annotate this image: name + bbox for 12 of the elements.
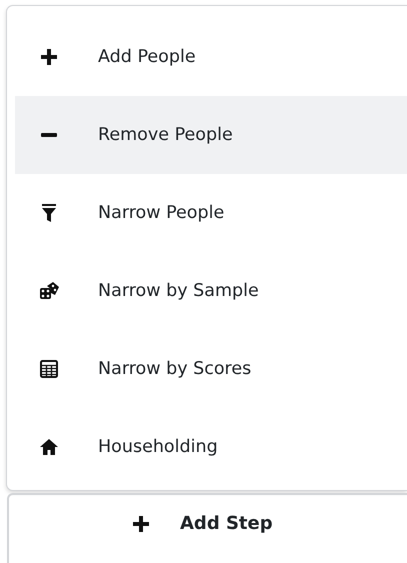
menu-item[interactable]: Householding (15, 408, 407, 486)
menu-item[interactable]: Remove People (15, 96, 407, 174)
menu-item[interactable]: Narrow by Sample (15, 252, 407, 330)
dice-icon (38, 280, 60, 302)
menu-item[interactable]: Add People (15, 18, 407, 96)
plus-icon (38, 46, 60, 68)
table-icon (38, 358, 60, 380)
house-icon (38, 436, 60, 458)
add-step-button[interactable]: Add Step (124, 509, 279, 538)
menu-item[interactable]: Narrow by Scores (15, 330, 407, 408)
minus-icon (41, 133, 57, 137)
menu-item[interactable]: Narrow People (15, 174, 407, 252)
